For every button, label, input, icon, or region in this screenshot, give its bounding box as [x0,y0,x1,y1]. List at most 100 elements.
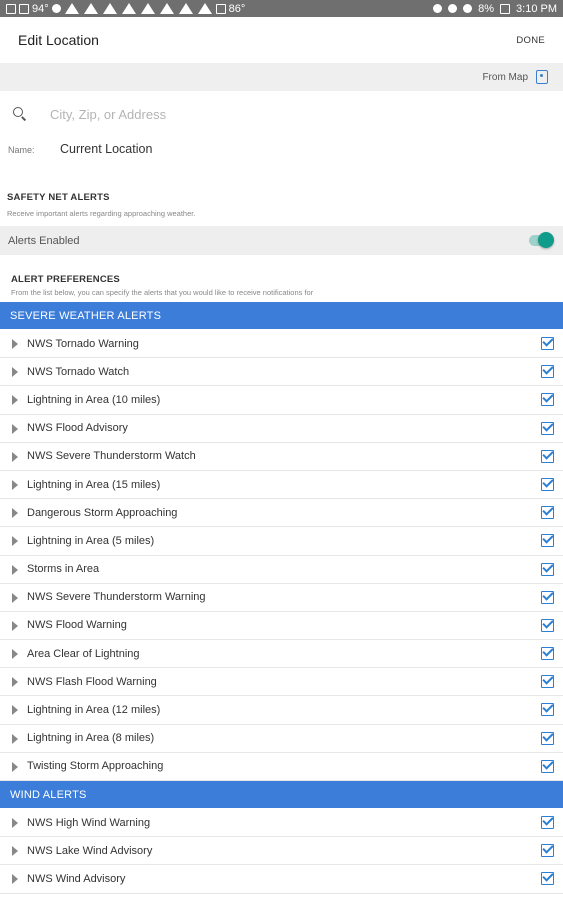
expand-arrow-icon[interactable] [12,479,18,490]
status-bar-right: 8% 3:10 PM [433,3,557,15]
alert-row[interactable]: NWS Lake Wind Advisory [0,837,563,866]
alert-row[interactable]: NWS Severe Thunderstorm Watch [0,443,563,471]
alert-label: Dangerous Storm Approaching [27,506,178,519]
alert-row[interactable]: Lightning in Area (15 miles) [0,471,563,500]
alert-checkbox[interactable] [541,393,554,407]
alert-checkbox[interactable] [541,421,554,435]
warning-icon [64,3,79,14]
alert-checkbox[interactable] [541,590,554,604]
alert-checkbox[interactable] [541,731,554,745]
alert-checkbox[interactable] [541,816,554,829]
expand-arrow-icon[interactable] [12,649,18,660]
warning-icon [178,3,193,14]
alert-row[interactable]: Dangerous Storm Approaching [0,499,563,528]
warning-icon [197,3,212,14]
alert-row[interactable]: Lightning in Area (12 miles) [0,696,563,725]
expand-arrow-icon[interactable] [12,395,18,406]
expand-arrow-icon[interactable] [12,705,18,716]
search-row [0,100,563,128]
warning-icon [83,3,98,14]
alert-checkbox[interactable] [541,844,554,858]
alert-label: NWS Severe Thunderstorm Watch [27,450,196,463]
status-bar: 94° 86° 8% 3:10 PM [0,0,563,17]
safety-net-title: SAFETY NET ALERTS [7,192,110,203]
alert-row[interactable]: Storms in Area [0,556,563,584]
category-header-severe: SEVERE WEATHER ALERTS [0,302,563,329]
alert-row[interactable]: NWS Flash Flood Warning [0,668,563,697]
battery-icon [500,3,511,14]
name-row: Name: Current Location [0,140,563,160]
alert-row[interactable]: NWS High Wind Warning [0,809,563,838]
expand-arrow-icon[interactable] [12,761,18,772]
expand-arrow-icon[interactable] [12,536,18,547]
alert-row[interactable]: NWS Tornado Warning [0,330,563,359]
expand-arrow-icon[interactable] [12,367,18,378]
expand-arrow-icon[interactable] [12,620,18,631]
alert-row[interactable]: Lightning in Area (10 miles) [0,386,563,415]
alert-checkbox[interactable] [541,675,554,689]
alert-row[interactable]: NWS Tornado Watch [0,358,563,387]
alert-checkbox[interactable] [541,647,554,661]
alert-row[interactable]: NWS Flood Advisory [0,415,563,443]
alert-label: NWS Severe Thunderstorm Warning [27,591,206,604]
alert-checkbox[interactable] [541,534,554,548]
alert-preferences-description: From the list below, you can specify the… [11,288,314,297]
done-button[interactable]: DONE [516,35,545,46]
alert-list-severe: NWS Tornado Warning NWS Tornado Watch Ligh… [0,330,563,781]
wifi-icon [463,4,473,13]
alert-row[interactable]: Twisting Storm Approaching [0,753,563,781]
alert-row[interactable]: NWS Flood Warning [0,612,563,641]
alert-label: NWS Tornado Watch [27,365,130,378]
mute-icon [448,4,458,13]
from-map-label: From Map [482,71,528,83]
alert-row[interactable]: Area Clear of Lightning [0,640,563,669]
expand-arrow-icon[interactable] [12,508,18,519]
alert-checkbox[interactable] [541,365,554,379]
expand-arrow-icon[interactable] [12,677,18,688]
alert-row[interactable]: NWS Severe Thunderstorm Warning [0,584,563,612]
expand-arrow-icon[interactable] [12,564,18,575]
alert-row[interactable]: Lightning in Area (8 miles) [0,725,563,753]
alert-checkbox[interactable] [541,562,554,576]
alert-label: Lightning in Area (5 miles) [27,534,155,547]
alert-checkbox[interactable] [541,449,554,463]
alert-checkbox[interactable] [541,477,554,491]
name-label: Name: [8,145,35,155]
battery-percent: 8% [478,2,495,15]
alert-checkbox[interactable] [541,618,554,632]
alert-label: NWS Flood Warning [27,619,127,632]
alert-label: NWS Lake Wind Advisory [27,844,153,857]
clock: 3:10 PM [516,2,557,15]
expand-arrow-icon[interactable] [12,423,18,434]
expand-arrow-icon[interactable] [12,818,18,828]
warning-icon [159,3,174,14]
from-map-row[interactable]: From Map [0,63,563,91]
alert-label: Area Clear of Lightning [27,647,140,660]
map-icon[interactable] [536,70,548,84]
expand-arrow-icon[interactable] [12,592,18,603]
alert-checkbox[interactable] [541,759,554,773]
alert-checkbox[interactable] [541,506,554,520]
expand-arrow-icon[interactable] [12,339,18,349]
search-input[interactable] [46,103,546,125]
alert-row[interactable]: Lightning in Area (5 miles) [0,527,563,556]
alert-checkbox[interactable] [541,703,554,717]
toggle-knob [538,232,554,248]
alert-checkbox[interactable] [541,872,554,886]
alert-label: NWS Flash Flood Warning [27,675,157,688]
expand-arrow-icon[interactable] [12,846,18,857]
alert-row[interactable]: NWS Wind Advisory [0,865,563,894]
app-bar: Edit Location DONE [0,17,563,63]
temperature-left: 94° [32,2,49,15]
alert-label: Lightning in Area (12 miles) [27,704,161,717]
settings-icon [51,4,61,13]
category-header-wind: WIND ALERTS [0,781,563,808]
expand-arrow-icon[interactable] [12,874,18,885]
alerts-enabled-toggle[interactable] [529,232,554,248]
image-icon [19,3,29,14]
expand-arrow-icon[interactable] [12,733,18,744]
alert-checkbox[interactable] [541,337,554,350]
expand-arrow-icon[interactable] [12,451,18,462]
name-field[interactable]: Current Location [60,142,152,156]
page-title: Edit Location [18,32,99,48]
